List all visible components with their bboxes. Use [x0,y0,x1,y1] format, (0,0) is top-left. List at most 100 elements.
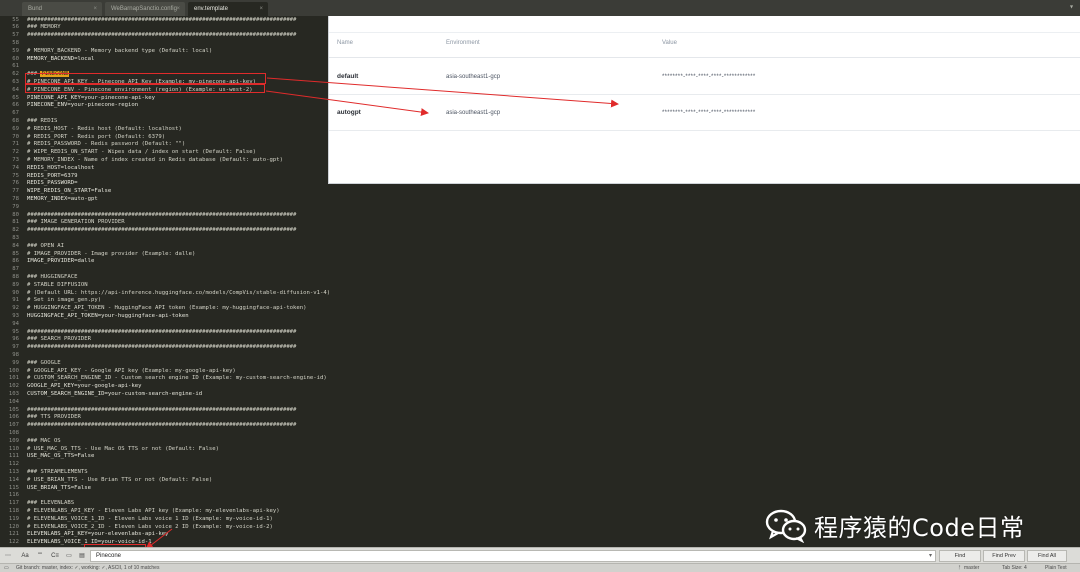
line-number: 110 [8,445,19,452]
row-environment: asia-southeast1-gcp [446,74,501,80]
line-number: 74 [12,164,19,171]
line-number: 59 [12,47,19,54]
code-line: USE_MAC_OS_TTS=False [27,453,95,460]
code-line: # ELEVENLABS_VOICE_2_ID - Eleven Labs vo… [27,523,273,530]
line-number: 81 [12,219,19,226]
tab-env-template[interactable]: env.template × [188,2,268,16]
annotation-box-env [25,84,265,93]
line-number: 78 [12,195,19,202]
code-line: USE_BRIAN_TTS=False [27,484,91,491]
code-line: CUSTOM_SEARCH_ENGINE_ID=your-custom-sear… [27,390,203,397]
code-line: PINECONE_ENV=your-pinecone-region [27,102,139,109]
close-icon[interactable]: × [93,2,97,16]
line-number: 75 [12,172,19,179]
code-line: ### TTS PROVIDER [27,414,81,421]
whole-word-toggle[interactable]: "" [34,551,46,561]
code-line: REDIS_HOST=localhost [27,164,95,171]
tab-label: env.template [194,6,228,12]
case-sensitive-toggle[interactable]: Aa [18,551,32,561]
code-line: REDIS_PORT=6379 [27,172,78,179]
syntax-mode[interactable]: Plain Text [1045,564,1067,572]
find-prev-button[interactable]: Find Prev [983,550,1025,562]
line-number: 121 [8,531,19,538]
code-line: ### SEARCH PROVIDER [27,336,91,343]
in-selection-icon[interactable]: ▭ [64,551,74,561]
code-line: GOOGLE_API_KEY=your-google-api-key [27,383,142,390]
line-number: 68 [12,117,19,124]
tab-bund[interactable]: Bund × [22,2,102,16]
column-header-name: Name [337,40,354,46]
line-number: 120 [8,523,19,530]
line-number: 116 [8,492,19,499]
line-number: 57 [12,32,19,39]
tab-bar: Bund × WeBarnapSanctio.config × env.templa… [0,0,1080,16]
code-line: PINECONE_API_KEY=your-pinecone-api-key [27,94,155,101]
code-line: MEMORY_BACKEND=local [27,55,95,62]
line-number: 107 [8,422,19,429]
line-number: 99 [12,359,19,366]
line-number: 95 [12,328,19,335]
find-all-button[interactable]: Find All [1027,550,1067,562]
line-number: 79 [12,203,19,210]
find-bar: ⋯ Aa "" C≡ ▭ ▤ Pinecone ▾ Find Find Prev… [0,547,1080,563]
code-line: ### OPEN AI [27,242,65,249]
line-number: 60 [12,55,19,62]
find-options-icon[interactable]: ⋯ [3,551,13,561]
line-number: 63 [12,78,19,85]
find-input[interactable]: Pinecone ▾ [90,550,936,562]
line-number: 67 [12,110,19,117]
code-line: # MEMORY_INDEX - Name of index created i… [27,156,283,163]
row-environment: asia-southeast1-gcp [446,110,501,116]
line-number: 86 [12,258,19,265]
code-line: # HUGGINGFACE_API_TOKEN - HuggingFace AP… [27,305,307,312]
line-number: 64 [12,86,19,93]
code-line: # WIPE_REDIS_ON_START - Wipes data / ind… [27,149,257,156]
code-line: ### HUGGINGFACE [27,273,78,280]
chevron-down-icon[interactable]: ▾ [1069,2,1074,11]
row-name[interactable]: default [337,73,358,80]
find-button[interactable]: Find [939,550,981,562]
line-number: 56 [12,24,19,31]
status-bar: ▭ Git branch: master, index: ✓, working:… [0,563,1080,572]
line-number: 62 [12,71,19,78]
line-number-gutter: 55 56 57 58 59 60 61 62 63 64 65 66 67 68 69 70 71 72 73 74… [0,16,22,548]
line-number: 96 [12,336,19,343]
code-line: # REDIS_HOST - Redis host (Default: loca… [27,125,182,132]
code-line: # ELEVENLABS_VOICE_1_ID - Eleven Labs vo… [27,515,273,522]
line-number: 72 [12,149,19,156]
regex-toggle[interactable]: C≡ [49,551,61,561]
branch-name[interactable]: master [964,564,979,572]
close-icon[interactable]: × [259,2,263,16]
close-icon[interactable]: × [176,2,180,16]
tab-config[interactable]: WeBarnapSanctio.config × [105,2,185,16]
line-number: 87 [12,266,19,273]
wrap-icon[interactable]: ▤ [77,551,87,561]
code-line: # USE_MAC_OS_TTS - Use Mac OS TTS or not… [27,445,219,452]
tab-size[interactable]: Tab Size: 4 [1002,564,1027,572]
table-row: default asia-southeast1-gcp ********-***… [329,58,1080,95]
code-line: ELEVENLABS_API_KEY=your-elevenlabs-api-k… [27,531,169,538]
code-line: ### REDIS [27,117,58,124]
line-number: 109 [8,437,19,444]
line-number: 61 [12,63,19,70]
code-line: ########################################… [27,16,297,23]
code-line: ########################################… [27,211,297,218]
line-number: 70 [12,133,19,140]
code-line: ########################################… [27,344,297,351]
code-line: # Set in image_gen.py) [27,297,102,304]
line-number: 55 [12,16,19,23]
line-number: 117 [8,500,19,507]
code-line: WIPE_REDIS_ON_START=False [27,188,112,195]
line-number: 122 [8,539,19,546]
line-number: 105 [8,406,19,413]
find-query: Pinecone [96,553,122,559]
line-number: 119 [8,515,19,522]
line-number: 73 [12,156,19,163]
code-line: # CUSTOM_SEARCH_ENGINE_ID - Custom searc… [27,375,327,382]
pinecone-index-panel: Name Environment Value default asia-sout… [328,16,1080,184]
row-name[interactable]: autogpt [337,109,361,116]
chevron-down-icon[interactable]: ▾ [929,551,932,561]
line-number: 102 [8,383,19,390]
panel-toggle-icon[interactable]: ▭ [4,564,9,572]
line-number: 97 [12,344,19,351]
